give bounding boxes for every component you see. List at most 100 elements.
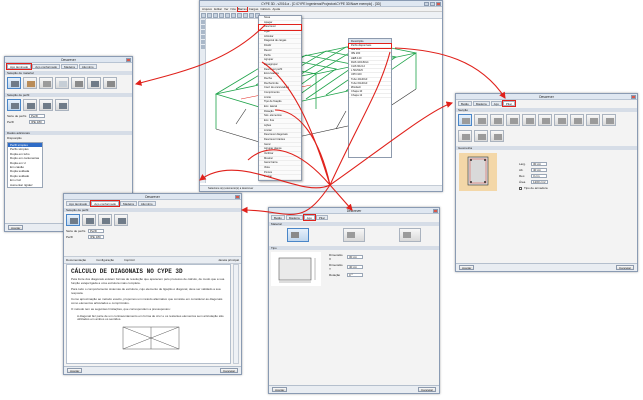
maximize-icon[interactable] bbox=[430, 2, 435, 6]
3d-model-view[interactable] bbox=[206, 19, 442, 185]
width-input[interactable]: 30 cm bbox=[531, 162, 547, 166]
box-column-icon[interactable] bbox=[570, 114, 584, 126]
tab-wood[interactable]: Madeira bbox=[285, 215, 303, 220]
z-profile-icon[interactable] bbox=[82, 214, 96, 226]
custom-column-icon[interactable] bbox=[586, 114, 600, 126]
concrete-icon[interactable] bbox=[39, 77, 53, 89]
tab-column[interactable]: Pilar bbox=[315, 215, 328, 220]
save-icon[interactable] bbox=[213, 13, 218, 18]
main-window-button[interactable]: Janela principal bbox=[218, 258, 239, 262]
tab-hot-rolled[interactable]: Aço laminado bbox=[5, 63, 33, 70]
close-icon[interactable] bbox=[433, 209, 438, 213]
open-icon[interactable] bbox=[207, 13, 212, 18]
zoom-icon[interactable] bbox=[231, 13, 236, 18]
aluminium-icon[interactable] bbox=[55, 77, 69, 89]
tool-icon[interactable] bbox=[201, 45, 205, 49]
l-column-icon[interactable] bbox=[490, 114, 504, 126]
cover-input[interactable]: 3 cm bbox=[531, 174, 547, 178]
accept-button[interactable]: Aceitar bbox=[272, 386, 288, 392]
h-column-icon[interactable] bbox=[538, 114, 552, 126]
close-icon[interactable] bbox=[235, 195, 240, 199]
menu-nodes[interactable]: Nós bbox=[231, 7, 236, 11]
panel-row[interactable]: Chapa 12 bbox=[349, 94, 391, 99]
tab-cold-formed[interactable]: Aço conformado bbox=[90, 200, 121, 207]
doc-scrollbar[interactable] bbox=[233, 264, 239, 364]
t-column-icon[interactable] bbox=[506, 114, 520, 126]
close-icon[interactable] bbox=[631, 95, 636, 99]
menu-bars[interactable]: Barras bbox=[236, 6, 248, 12]
sigma-profile-icon[interactable] bbox=[114, 214, 128, 226]
tab-aluminium[interactable]: Alumínio bbox=[78, 64, 97, 69]
tab-wood[interactable]: Madeira bbox=[120, 201, 137, 206]
wall-column-icon[interactable] bbox=[458, 130, 472, 142]
accept-button[interactable]: Aceitar bbox=[8, 224, 24, 230]
accept-button[interactable]: Aceitar bbox=[67, 367, 83, 373]
tab-column[interactable]: Pilar bbox=[501, 100, 516, 107]
close-icon[interactable] bbox=[436, 2, 441, 6]
core-column-icon[interactable] bbox=[474, 130, 488, 142]
u-profile-icon[interactable] bbox=[39, 99, 53, 111]
tab-hot-rolled[interactable]: Aço laminado bbox=[66, 201, 91, 206]
cancel-button[interactable]: Cancelar bbox=[615, 264, 634, 270]
profile-select[interactable]: IPE 180 bbox=[29, 120, 45, 124]
accept-button[interactable]: Aceitar bbox=[459, 264, 475, 270]
tab-concrete[interactable]: Betão bbox=[458, 101, 472, 106]
redo-icon[interactable] bbox=[225, 13, 230, 18]
close-icon[interactable] bbox=[126, 58, 131, 62]
rect-column-icon[interactable] bbox=[458, 114, 472, 126]
tab-wood[interactable]: Madeira bbox=[61, 64, 78, 69]
select-icon[interactable] bbox=[249, 13, 254, 18]
tab-aluminium[interactable]: Alumínio bbox=[137, 201, 156, 206]
t-section-icon[interactable] bbox=[399, 228, 421, 242]
tab-wood[interactable]: Madeira bbox=[472, 101, 490, 106]
u-column-icon[interactable] bbox=[522, 114, 536, 126]
documentation-button[interactable]: Documentação bbox=[66, 258, 86, 262]
dim-y-input[interactable]: 40 cm bbox=[347, 265, 363, 269]
i-profile-icon[interactable] bbox=[7, 99, 21, 111]
rotation-input[interactable]: 0 º bbox=[347, 273, 363, 277]
menu-view[interactable]: Ver bbox=[224, 7, 229, 11]
tab-steel[interactable]: Aço bbox=[302, 214, 316, 221]
menu-item[interactable]: Fechar bbox=[259, 175, 301, 181]
minimize-icon[interactable] bbox=[424, 2, 429, 6]
new-icon[interactable] bbox=[201, 13, 206, 18]
tool-icon[interactable] bbox=[201, 20, 205, 24]
rectangular-section-icon[interactable] bbox=[287, 228, 309, 242]
l-profile-icon[interactable] bbox=[55, 99, 69, 111]
list-item[interactable]: Aumentar rigidez bbox=[8, 183, 42, 187]
tab-concrete[interactable]: Betão bbox=[271, 215, 285, 220]
menu-edit[interactable]: Editar bbox=[214, 7, 222, 11]
family-select[interactable]: Perfil bbox=[88, 229, 104, 233]
rotate-icon[interactable] bbox=[243, 13, 248, 18]
slab-section-icon[interactable] bbox=[343, 228, 365, 242]
cancel-button[interactable]: Cancelar bbox=[417, 386, 436, 392]
menu-help[interactable]: Ajuda bbox=[272, 7, 280, 11]
undo-icon[interactable] bbox=[219, 13, 224, 18]
tab-steel[interactable]: Aço bbox=[490, 101, 502, 106]
custom-section-icon[interactable] bbox=[103, 77, 117, 89]
tool-icon[interactable] bbox=[201, 40, 205, 44]
pan-icon[interactable] bbox=[237, 13, 242, 18]
profile-select[interactable]: IPE 180 bbox=[88, 235, 104, 239]
print-button[interactable]: Imprimir bbox=[124, 258, 135, 262]
menu-calc[interactable]: Cálculo bbox=[260, 7, 270, 11]
c-profile-icon[interactable] bbox=[66, 214, 80, 226]
tool-icon[interactable] bbox=[201, 35, 205, 39]
round-column-icon[interactable] bbox=[474, 114, 488, 126]
configuration-button[interactable]: Configuração bbox=[96, 258, 114, 262]
dim-x-input[interactable]: 30 cm bbox=[347, 255, 363, 259]
generic-icon[interactable] bbox=[71, 77, 85, 89]
tab-cold-formed[interactable]: Aço conformado bbox=[32, 64, 61, 69]
tool-icon[interactable] bbox=[201, 30, 205, 34]
omega-profile-icon[interactable] bbox=[98, 214, 112, 226]
menu-file[interactable]: Arquivo bbox=[202, 7, 212, 11]
steel-icon[interactable] bbox=[7, 77, 21, 89]
cancel-button[interactable]: Cancelar bbox=[219, 367, 238, 373]
height-input[interactable]: 40 cm bbox=[531, 168, 547, 172]
list-item[interactable]: Duplo em cantoneiras bbox=[8, 156, 42, 160]
wood-icon[interactable] bbox=[23, 77, 37, 89]
family-select[interactable]: Perfil bbox=[29, 114, 45, 118]
pile-column-icon[interactable] bbox=[602, 114, 616, 126]
cross-column-icon[interactable] bbox=[554, 114, 568, 126]
composite-column-icon[interactable] bbox=[490, 130, 504, 142]
